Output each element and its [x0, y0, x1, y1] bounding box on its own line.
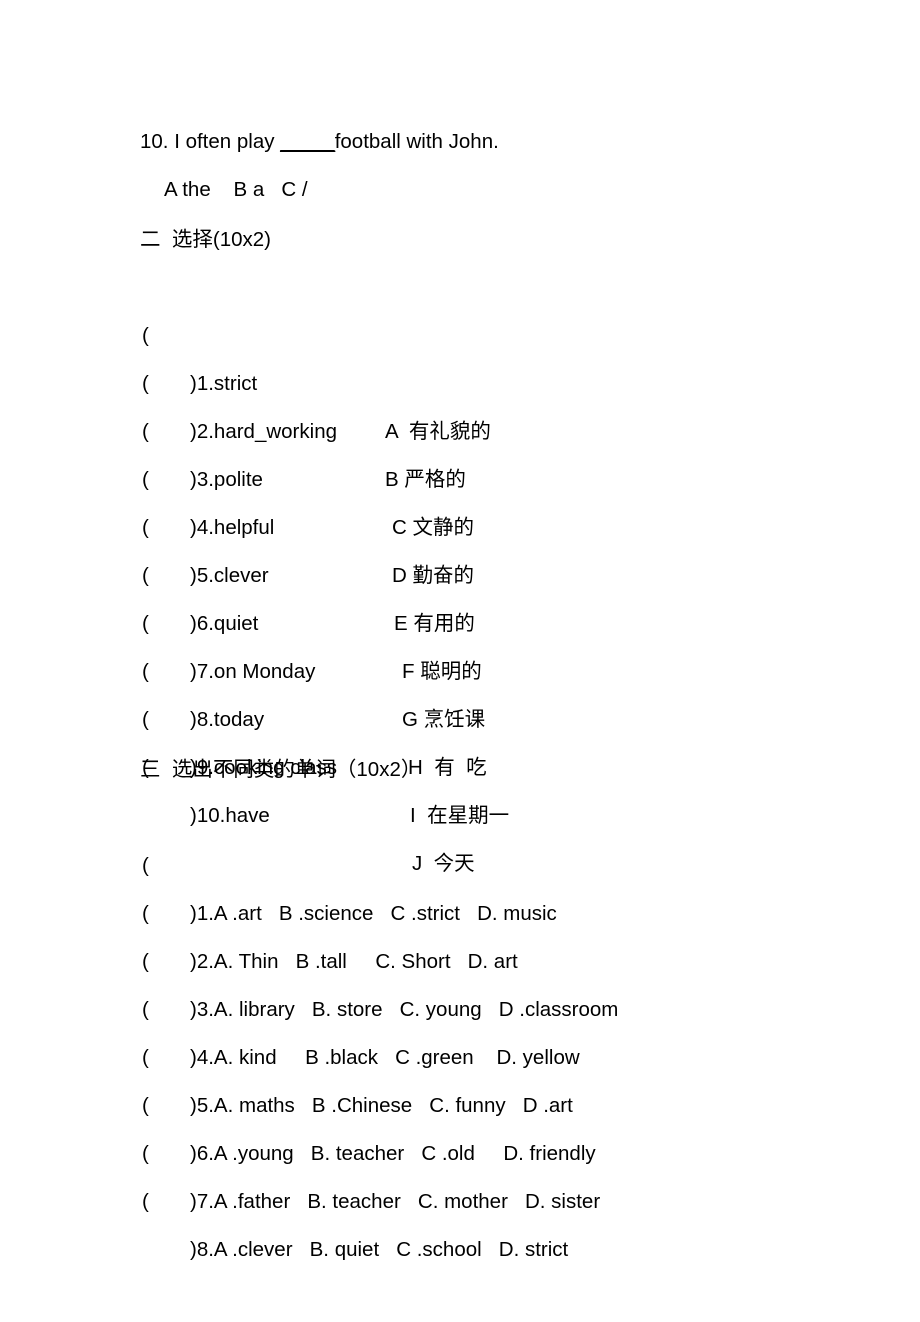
question-10-stem: 10. I often play _____football with John…: [140, 118, 880, 166]
match-row[interactable]: ( )3.polite C 文静的: [140, 360, 880, 539]
match-row[interactable]: ( )5.clever E 有用的: [140, 456, 880, 635]
question-10-number: 10.: [140, 130, 169, 153]
odd-one-out-row[interactable]: ( )7.A .father B. teacher C. mother D. s…: [140, 1082, 880, 1213]
match-row[interactable]: ( )8.today H 有 吃: [140, 600, 880, 779]
question-10-text-after-blank: football with John.: [334, 130, 499, 153]
odd-one-out-row[interactable]: ( )5.A. maths B .Chinese C. funny D .art: [140, 986, 880, 1117]
odd-one-out-options: )8.A .clever B. quiet C .school D. stric…: [190, 1238, 569, 1261]
section-three-list: ( )1.A .art B .science C .strict D. musi…: [140, 794, 880, 1261]
question-10-text-before-blank: I often play: [168, 130, 281, 153]
odd-one-out-row[interactable]: ( )8.A .clever B. quiet C .school D. str…: [140, 1130, 880, 1261]
odd-one-out-row[interactable]: ( )1.A .art B .science C .strict D. musi…: [140, 794, 880, 925]
odd-one-out-options: )7.A .father B. teacher C. mother D. sis…: [190, 1190, 601, 1213]
match-row[interactable]: ( )2.hard_working B 严格的: [140, 312, 880, 491]
match-row[interactable]: ( )6.quiet F 聪明的: [140, 504, 880, 683]
question-10-choices[interactable]: A the B a C /: [140, 166, 880, 214]
section-two-heading: 二 选择(10x2): [140, 228, 271, 251]
match-term: )9.cooking class: [190, 756, 337, 779]
match-row[interactable]: ( )4.helpful D 勤奋的: [140, 408, 880, 587]
worksheet-page: 10. I often play _____football with John…: [0, 0, 920, 1302]
worksheet-content: 10. I often play _____football with John…: [140, 118, 880, 1261]
odd-one-out-row[interactable]: ( )3.A. library B. store C. young D .cla…: [140, 890, 880, 1021]
match-option: H 有 吃: [408, 756, 487, 779]
answer-bracket[interactable]: (: [142, 744, 149, 792]
match-row[interactable]: ( )9.cooking class I 在星期一: [140, 648, 880, 827]
match-row[interactable]: ( )7.on Monday G 烹饪课: [140, 552, 880, 731]
section-two-matching-list: ( )1.strict A 有礼貌的 ( )2.hard_working B 严…: [140, 264, 880, 875]
odd-one-out-row[interactable]: ( )4.A. kind B .black C .green D. yellow: [140, 938, 880, 1069]
match-row[interactable]: ( )1.strict A 有礼貌的: [140, 264, 880, 443]
match-row[interactable]: ( )10.have J 今天: [140, 696, 880, 875]
odd-one-out-row[interactable]: ( )6.A .young B. teacher C .old D. frien…: [140, 1034, 880, 1165]
question-10-blank: _____: [280, 130, 335, 153]
odd-one-out-row[interactable]: ( )2.A. Thin B .tall C. Short D. art: [140, 842, 880, 973]
answer-bracket[interactable]: (: [142, 1178, 149, 1226]
